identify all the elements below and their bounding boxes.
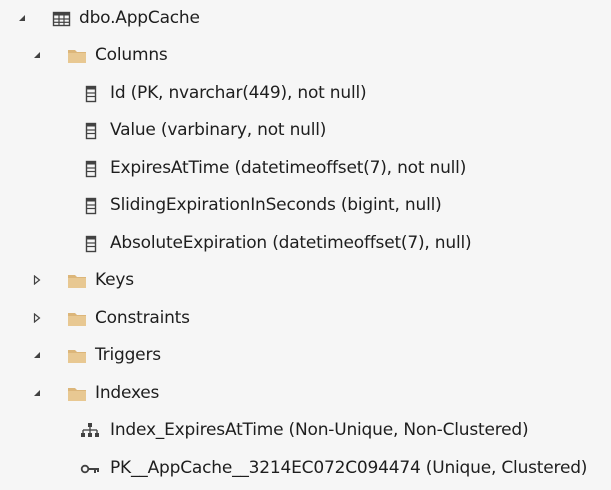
table-icon [52,10,72,28]
index-item[interactable]: PK__AppCache__3214EC072C094474 (Unique, … [0,454,611,482]
tree-node-table[interactable]: dbo.AppCache [0,4,611,32]
column-item[interactable]: Value (varbinary, not null) [0,116,611,144]
tree-node-columns-folder[interactable]: Columns [0,41,611,69]
expanded-arrow-icon[interactable] [17,13,27,23]
column-icon [82,122,102,140]
tree-node-constraints-folder[interactable]: Constraints [0,304,611,332]
column-item[interactable]: Id (PK, nvarchar(449), not null) [0,79,611,107]
column-icon [82,235,102,253]
tree-node-triggers-folder[interactable]: Triggers [0,341,611,369]
tree-node-keys-folder[interactable]: Keys [0,266,611,294]
collapsed-arrow-icon[interactable] [32,275,42,285]
column-label: AbsoluteExpiration (datetimeoffset(7), n… [110,233,472,253]
folder-icon [67,47,87,65]
collapsed-arrow-icon[interactable] [32,313,42,323]
column-item[interactable]: ExpiresAtTime (datetimeoffset(7), not nu… [0,154,611,182]
column-icon [82,160,102,178]
tree-node-indexes-folder[interactable]: Indexes [0,379,611,407]
expanded-arrow-icon[interactable] [32,50,42,60]
constraints-folder-label: Constraints [95,308,190,328]
column-label: Id (PK, nvarchar(449), not null) [110,83,367,103]
folder-icon [67,272,87,290]
indexes-folder-label: Indexes [95,383,160,403]
expanded-arrow-icon[interactable] [32,350,42,360]
column-label: Value (varbinary, not null) [110,120,327,140]
column-icon [82,197,102,215]
index-label: Index_ExpiresAtTime (Non-Unique, Non-Clu… [110,420,529,440]
column-label: ExpiresAtTime (datetimeoffset(7), not nu… [110,158,467,178]
columns-folder-label: Columns [95,45,168,65]
column-item[interactable]: AbsoluteExpiration (datetimeoffset(7), n… [0,229,611,257]
primary-key-icon [80,460,100,478]
triggers-folder-label: Triggers [95,345,161,365]
folder-icon [67,310,87,328]
expanded-arrow-icon[interactable] [32,388,42,398]
index-item[interactable]: Index_ExpiresAtTime (Non-Unique, Non-Clu… [0,416,611,444]
column-item[interactable]: SlidingExpirationInSeconds (bigint, null… [0,191,611,219]
keys-folder-label: Keys [95,270,134,290]
folder-icon [67,347,87,365]
object-explorer-tree: dbo.AppCache Columns Id (PK, nvarchar(44… [0,0,611,490]
index-icon [80,422,100,440]
column-icon [82,85,102,103]
index-label: PK__AppCache__3214EC072C094474 (Unique, … [110,458,588,478]
table-label: dbo.AppCache [79,8,200,28]
column-label: SlidingExpirationInSeconds (bigint, null… [110,195,442,215]
folder-icon [67,385,87,403]
